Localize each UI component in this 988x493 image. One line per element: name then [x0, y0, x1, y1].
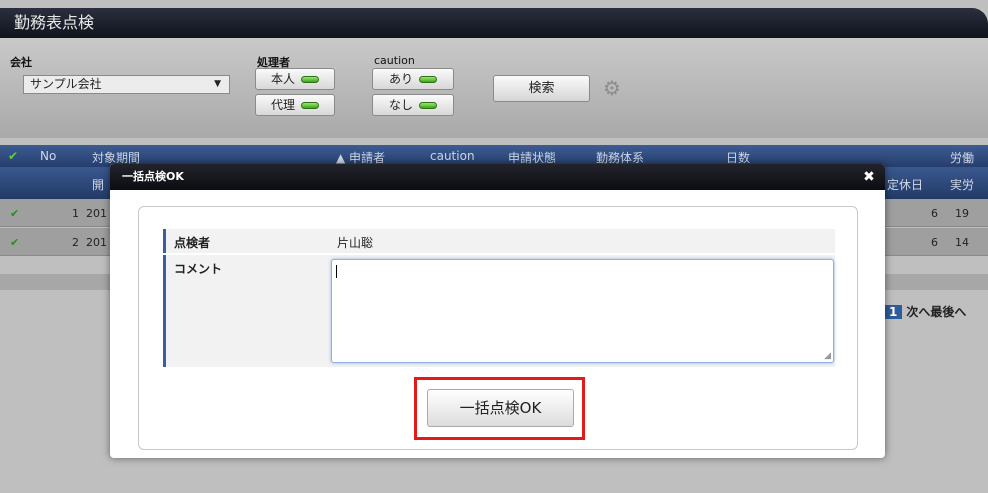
inspector-value: 片山聡: [329, 229, 835, 253]
check-icon[interactable]: ✔: [10, 236, 19, 249]
highlight-box: [414, 377, 585, 440]
chevron-down-icon: ▼: [214, 79, 221, 89]
filter-panel: 会社 サンプル会社 ▼ 処理者 本人 代理 caution あり なし 検索 ⚙: [0, 38, 988, 138]
col-caution[interactable]: caution: [430, 149, 475, 163]
col-actual: 実労: [950, 178, 975, 192]
col-start: 開: [92, 178, 105, 192]
col-holiday: 定休日: [887, 178, 924, 192]
led-on-icon: [301, 102, 319, 109]
handler-self-toggle[interactable]: 本人: [255, 68, 335, 90]
check-icon[interactable]: ✔: [10, 207, 19, 220]
comment-textarea[interactable]: ◢: [331, 259, 834, 363]
caution-no-toggle[interactable]: なし: [372, 94, 454, 116]
text-caret: [336, 265, 337, 278]
handler-proxy-label: 代理: [270, 98, 295, 112]
company-label: 会社: [10, 56, 32, 69]
dialog-title: 一括点検OK: [122, 170, 184, 183]
row-work: 19: [955, 207, 969, 220]
caution-yes-label: あり: [388, 72, 413, 86]
check-all-icon[interactable]: ✔: [8, 149, 18, 163]
gear-icon[interactable]: ⚙: [603, 78, 623, 98]
close-icon[interactable]: ✖: [861, 164, 877, 190]
inspector-row: 点検者 片山聡: [163, 229, 835, 253]
comment-row: コメント ◢: [163, 255, 835, 367]
dialog-header: 一括点検OK: [110, 164, 885, 190]
resize-handle-icon[interactable]: ◢: [824, 352, 831, 361]
row-days: 6: [931, 236, 938, 249]
page-next-link[interactable]: 次へ: [906, 305, 930, 319]
search-button[interactable]: 検索: [493, 75, 590, 102]
col-no[interactable]: No: [40, 149, 56, 163]
page-last-link[interactable]: 最後へ: [930, 305, 966, 319]
company-select-value: サンプル会社: [30, 77, 102, 91]
row-period: 201: [86, 236, 107, 249]
inspector-label: 点検者: [163, 229, 325, 253]
caution-yes-toggle[interactable]: あり: [372, 68, 454, 90]
col-labor[interactable]: 労働: [950, 149, 974, 166]
led-on-icon: [419, 76, 437, 83]
led-on-icon: [419, 102, 437, 109]
comment-label: コメント: [163, 255, 325, 367]
row-period: 201: [86, 207, 107, 220]
caution-label: caution: [374, 54, 415, 67]
company-select[interactable]: サンプル会社 ▼: [23, 75, 230, 94]
pager: 1 次へ最後へ: [884, 303, 966, 320]
handler-proxy-toggle[interactable]: 代理: [255, 94, 335, 116]
row-work: 14: [955, 236, 969, 249]
row-days: 6: [931, 207, 938, 220]
page-title: 勤務表点検: [0, 8, 988, 38]
caution-no-label: なし: [388, 98, 413, 112]
row-no: 2: [72, 236, 79, 249]
page-current[interactable]: 1: [884, 305, 903, 319]
led-on-icon: [301, 76, 319, 83]
handler-self-label: 本人: [270, 72, 295, 86]
row-no: 1: [72, 207, 79, 220]
